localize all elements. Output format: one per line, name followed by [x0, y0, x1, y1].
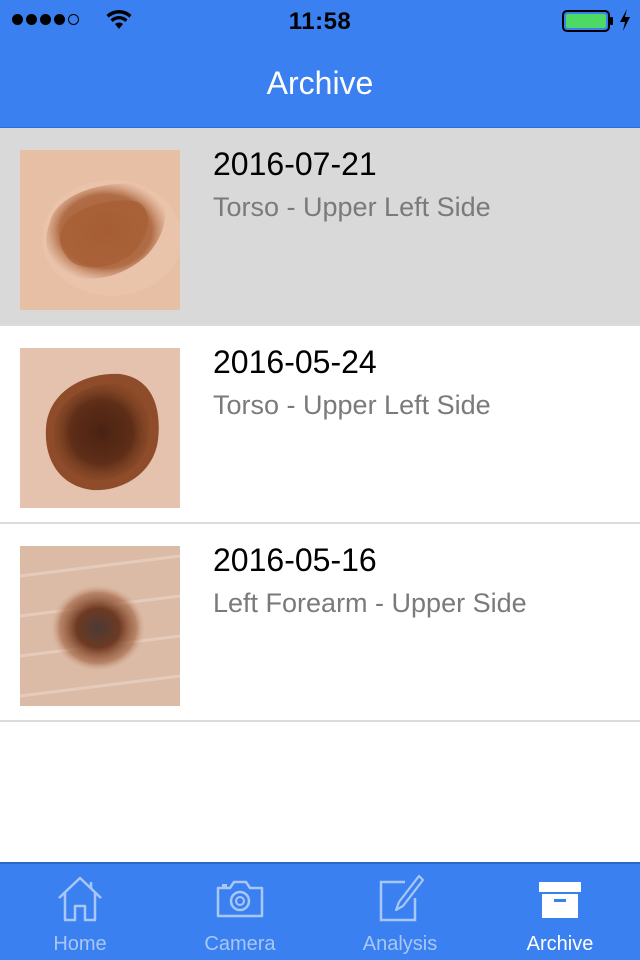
- tab-label: Camera: [204, 933, 276, 955]
- entry-date: 2016-07-21: [213, 146, 377, 182]
- archive-list: 2016-07-21 Torso - Upper Left Side 2016-…: [0, 128, 640, 722]
- battery-icon: [562, 10, 613, 32]
- tab-home[interactable]: Home: [0, 864, 160, 960]
- archive-entry[interactable]: 2016-05-16 Left Forearm - Upper Side: [0, 524, 640, 722]
- charging-bolt-icon: [620, 9, 630, 31]
- mole-photo-thumbnail: [20, 546, 180, 706]
- analysis-edit-icon: [379, 874, 425, 922]
- archive-entry[interactable]: 2016-05-24 Torso - Upper Left Side: [0, 326, 640, 524]
- tab-label: Analysis: [362, 933, 438, 955]
- tab-label: Home: [53, 933, 107, 955]
- archive-box-icon: [539, 882, 581, 918]
- home-icon: [58, 876, 102, 922]
- tab-archive[interactable]: Archive: [480, 864, 640, 960]
- tab-bar: Home Camera Analysis Archive: [0, 862, 640, 960]
- entry-location: Torso - Upper Left Side: [213, 192, 491, 222]
- tab-label: Archive: [526, 933, 594, 955]
- mole-photo-thumbnail: [20, 348, 180, 508]
- page-title: Archive: [266, 65, 374, 101]
- mole-photo-thumbnail: [20, 150, 180, 310]
- tab-camera[interactable]: Camera: [160, 864, 320, 960]
- entry-location: Torso - Upper Left Side: [213, 390, 491, 420]
- entry-date: 2016-05-16: [213, 542, 377, 578]
- entry-date: 2016-05-24: [213, 344, 377, 380]
- archive-entry[interactable]: 2016-07-21 Torso - Upper Left Side: [0, 128, 640, 326]
- entry-location: Left Forearm - Upper Side: [213, 588, 527, 618]
- status-time: 11:58: [288, 8, 352, 35]
- status-bar: 11:58: [0, 0, 640, 40]
- camera-icon: [216, 880, 264, 918]
- navigation-bar: Archive: [0, 40, 640, 128]
- tab-analysis[interactable]: Analysis: [320, 864, 480, 960]
